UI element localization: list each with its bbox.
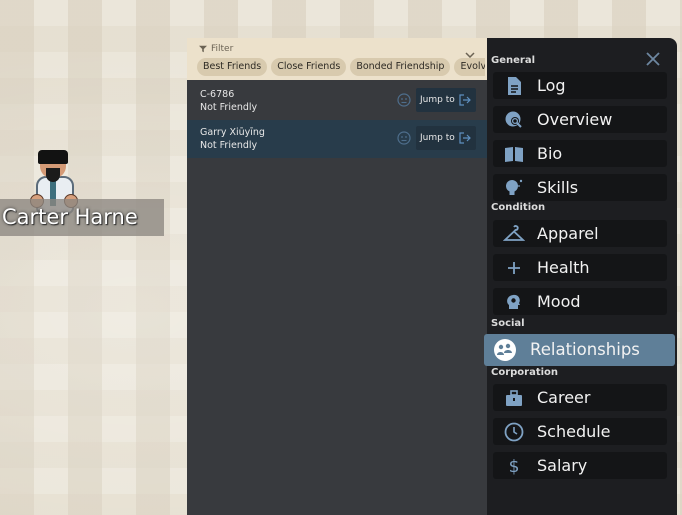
close-icon[interactable] (644, 50, 662, 68)
nav-schedule[interactable]: Schedule (493, 418, 667, 445)
relationship-row[interactable]: Garry Xiūyīng Not Friendly Jump to (187, 120, 487, 158)
nav-label: Health (537, 258, 590, 277)
overview-icon (505, 111, 522, 128)
relationships-panel: Filter Best Friends Close Friends Bonded F… (187, 38, 487, 515)
nav-label: Log (537, 76, 566, 95)
section-condition: Condition (491, 202, 546, 213)
chip-evolving[interactable]: Evolvin (454, 58, 485, 76)
relationship-status: Not Friendly (200, 102, 258, 113)
filter-bar: Filter Best Friends Close Friends Bonded F… (187, 38, 487, 80)
nav-label: Bio (537, 144, 563, 163)
nav-apparel[interactable]: Apparel (493, 220, 667, 247)
relationship-list: C-6786 Not Friendly Jump to Garry Xiūyīn… (187, 82, 487, 158)
chip-bonded-friendship[interactable]: Bonded Friendship (350, 58, 451, 76)
nav-label: Salary (537, 456, 588, 475)
chip-close-friends[interactable]: Close Friends (271, 58, 347, 76)
salary-icon: $ (509, 457, 520, 477)
jump-to-label: Jump to (420, 95, 455, 105)
relationships-icon (494, 339, 516, 361)
character-sidebar: General Log Overview Bio Skills Conditio… (484, 38, 677, 515)
nav-mood[interactable]: Mood (493, 288, 667, 315)
jump-icon (459, 132, 471, 144)
chip-best-friends[interactable]: Best Friends (197, 58, 268, 76)
svg-text:$: $ (509, 457, 520, 477)
relationship-name: C-6786 (200, 89, 235, 100)
health-icon (508, 262, 520, 274)
log-icon (508, 77, 521, 95)
neutral-face-icon (397, 93, 411, 107)
career-icon (506, 390, 522, 406)
nav-label: Schedule (537, 422, 611, 441)
schedule-icon (504, 422, 524, 442)
section-social: Social (491, 318, 525, 329)
relationship-status: Not Friendly (200, 140, 258, 151)
character-beard (46, 168, 60, 182)
jump-to-label: Jump to (420, 133, 455, 143)
nav-overview[interactable]: Overview (493, 106, 667, 133)
nav-log[interactable]: Log (493, 72, 667, 99)
jump-to-button[interactable]: Jump to (416, 88, 476, 112)
nav-label: Overview (537, 110, 613, 129)
apparel-icon (503, 225, 525, 241)
nav-bio[interactable]: Bio (493, 140, 667, 167)
mood-icon (507, 294, 520, 309)
neutral-face-icon (397, 131, 411, 145)
nav-relationships[interactable]: Relationships (484, 334, 675, 366)
nav-career[interactable]: Career (493, 384, 667, 411)
filter-toggle[interactable]: Filter (199, 44, 233, 54)
nav-label: Skills (537, 178, 579, 197)
nav-label: Mood (537, 292, 581, 311)
bio-icon (505, 147, 523, 162)
jump-to-button[interactable]: Jump to (416, 126, 476, 150)
jump-icon (459, 94, 471, 106)
filter-chips: Best Friends Close Friends Bonded Friendsh… (197, 58, 485, 78)
nav-skills[interactable]: Skills (493, 174, 667, 201)
character-name-tag[interactable]: Carter Harne (0, 199, 164, 236)
filter-label: Filter (211, 44, 234, 54)
nav-label: Relationships (530, 340, 640, 359)
nav-health[interactable]: Health (493, 254, 667, 281)
nav-label: Apparel (537, 224, 599, 243)
filter-icon (199, 45, 207, 53)
section-corporation: Corporation (491, 367, 559, 378)
skills-icon (506, 179, 523, 195)
character-hair (38, 150, 68, 164)
section-general: General (491, 55, 535, 66)
nav-salary[interactable]: $ Salary (493, 452, 667, 479)
relationship-name: Garry Xiūyīng (200, 127, 265, 138)
nav-label: Career (537, 388, 591, 407)
relationship-row[interactable]: C-6786 Not Friendly Jump to (187, 82, 487, 120)
